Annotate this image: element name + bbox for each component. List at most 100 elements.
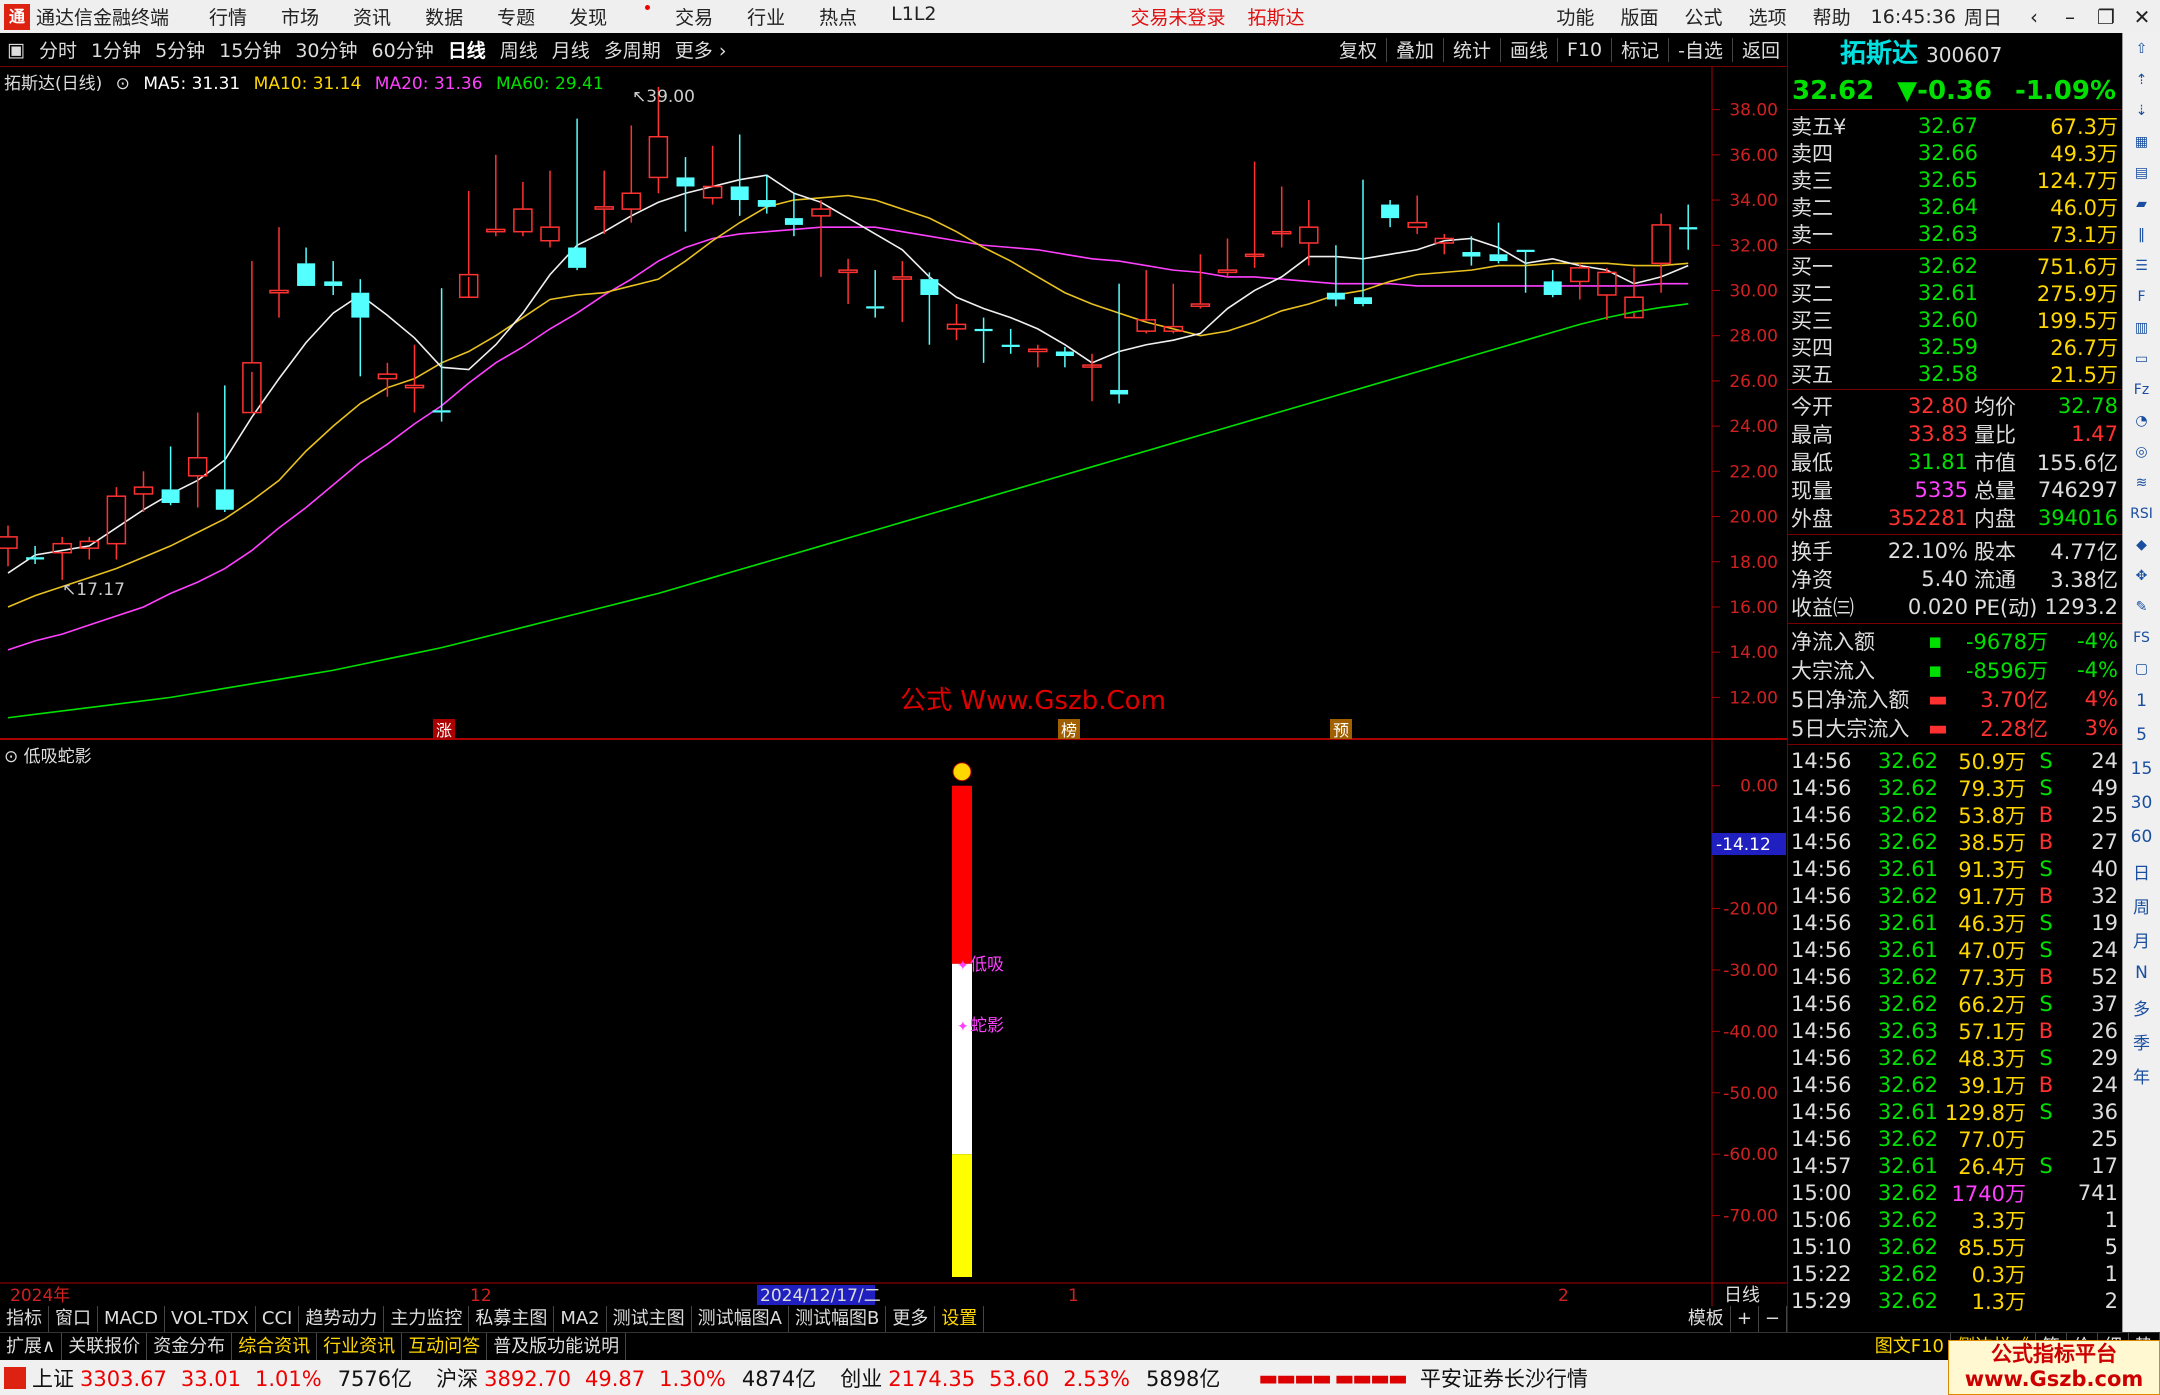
sidebar-multi[interactable]: 多 [2123,990,2160,1024]
sidebar-5min[interactable]: 5 [2123,718,2160,752]
line-chart-icon[interactable]: ▰ [2123,188,2160,219]
action-overlay[interactable]: 叠加 [1389,36,1441,63]
index-item[interactable]: 沪深 3892.70 49.87 1.30% 4874亿 [436,1363,826,1393]
action-remove-favorite[interactable]: -自选 [1671,36,1730,63]
flag-icon[interactable]: ◆ [2123,529,2160,560]
sidebar-quarter[interactable]: 季 [2123,1024,2160,1058]
indicator-tab[interactable]: 私募主图 [469,1306,555,1332]
period-weekly[interactable]: 周线 [493,36,545,63]
asks-row[interactable]: 卖四 32.66 49.3万 [1788,139,2122,166]
menu-formula[interactable]: 公式 [1685,7,1723,29]
indicator-tab[interactable]: VOL-TDX [165,1306,256,1332]
indicator-tab[interactable]: MA2 [554,1306,607,1332]
indicator-tab[interactable]: CCI [256,1306,300,1332]
minimize-icon[interactable]: – [2052,5,2088,29]
kline-chart[interactable]: 38.00 36.00 34.00 32.00 30.00 28.00 26.00 24.00… [0,67,1787,1306]
menu-function[interactable]: 功能 [1556,7,1594,29]
menu-market[interactable]: 市场 [281,3,319,30]
period-multi[interactable]: 多周期 [597,36,668,63]
indicator-tab[interactable]: 指标 [0,1306,49,1332]
period-15min[interactable]: 15分钟 [212,36,288,63]
asks-row[interactable]: 卖一 32.63 73.1万 [1788,220,2122,247]
bids-row[interactable]: 买四 32.59 26.7万 [1788,333,2122,360]
indicator-tab[interactable]: 测试幅图A [692,1306,789,1332]
info-tab[interactable]: 关联报价 [62,1333,148,1360]
indicator-tab[interactable]: 测试主图 [607,1306,692,1332]
settings-icon[interactable]: ⊙ [116,74,130,94]
pen-icon[interactable]: ✎ [2123,591,2160,622]
arrow-up-icon[interactable]: ⇡ [2123,64,2160,95]
menu-l1l2[interactable]: L1L2 [891,3,936,30]
fz-icon[interactable]: Fz [2123,374,2160,405]
menu-options[interactable]: 选项 [1749,7,1787,29]
menu-topics[interactable]: 专题 [497,3,535,30]
close-icon[interactable]: ✕ [2124,5,2160,29]
screen-icon[interactable]: ▢ [2123,653,2160,684]
menu-quotes[interactable]: 行情 [209,3,247,30]
menu-data[interactable]: 数据 [425,3,463,30]
sidebar-60min[interactable]: 60 [2123,820,2160,854]
info-tab[interactable]: 普及版功能说明 [487,1333,627,1360]
candle-icon[interactable]: ‖ [2123,219,2160,250]
menu-help[interactable]: 帮助 [1813,7,1851,29]
table-icon[interactable]: ▦ [2123,126,2160,157]
tick-list[interactable]: 14:56 32.62 50.9万 S 24 14:56 32.62 79.3万 S 49 14:5… [1788,747,2122,1314]
doc-icon[interactable]: ▭ [2123,343,2160,374]
menu-news[interactable]: 资讯 [353,3,391,30]
indicator-tab[interactable]: 测试幅图B [789,1306,887,1332]
indicator-tab[interactable]: 趋势动力 [299,1306,385,1332]
asks-row[interactable]: 卖二 32.64 46.0万 [1788,193,2122,220]
template-tab[interactable]: − [1759,1306,1787,1332]
back-icon[interactable]: ‹ [2016,5,2052,29]
wave-icon[interactable]: ≋ [2123,467,2160,498]
info-tab[interactable]: 互动问答 [402,1333,488,1360]
asks-row[interactable]: 卖三 32.65 124.7万 [1788,166,2122,193]
fs-icon[interactable]: FS [2123,622,2160,653]
period-60min[interactable]: 60分钟 [365,36,441,63]
period-5min[interactable]: 5分钟 [148,36,212,63]
action-mark[interactable]: 标记 [1614,36,1666,63]
login-status[interactable]: 交易未登录 [1131,3,1226,30]
period-1min[interactable]: 1分钟 [84,36,148,63]
action-draw[interactable]: 画线 [1503,36,1555,63]
sidebar-daily[interactable]: 日 [2123,854,2160,888]
grid-icon[interactable]: ▤ [2123,157,2160,188]
up-arrow-icon[interactable]: ⇧ [2123,33,2160,64]
period-daily[interactable]: 日线 [441,36,493,63]
indicator-tab[interactable]: 设置 [935,1306,985,1332]
side-tab[interactable]: 图文F10 [1869,1333,1951,1360]
indicator-tab[interactable]: 窗口 [49,1306,98,1332]
action-adjust[interactable]: 复权 [1332,36,1384,63]
template-tab[interactable]: + [1731,1306,1759,1332]
bids-row[interactable]: 买三 32.60 199.5万 [1788,306,2122,333]
menu-layout[interactable]: 版面 [1620,7,1658,29]
period-timeshare[interactable]: 分时 [32,36,84,63]
indicator-title[interactable]: ⊙ 低吸蛇影 [4,742,92,767]
bids-row[interactable]: 买五 32.58 21.5万 [1788,360,2122,387]
action-stats[interactable]: 统计 [1446,36,1498,63]
rsi-icon[interactable]: RSI [2123,498,2160,529]
move-icon[interactable]: ✥ [2123,560,2160,591]
sidebar-1min[interactable]: 1 [2123,684,2160,718]
info-tab[interactable]: 扩展∧ [0,1333,63,1360]
circle-icon[interactable]: ◎ [2123,436,2160,467]
indicator-tab[interactable]: 主力监控 [384,1306,470,1332]
sidebar-n[interactable]: N [2123,956,2160,990]
period-more[interactable]: 更多 › [668,36,734,63]
arrow-down-icon[interactable]: ⇣ [2123,95,2160,126]
period-30min[interactable]: 30分钟 [288,36,364,63]
menu-discover[interactable]: 发现 [569,3,651,30]
action-back[interactable]: 返回 [1735,36,1787,63]
action-f10[interactable]: F10 [1560,39,1609,61]
restore-icon[interactable]: ❐ [2088,5,2124,29]
layout-toggle-icon[interactable]: ▣ [0,39,32,61]
indicator-tab[interactable]: MACD [98,1306,165,1332]
sidebar-monthly[interactable]: 月 [2123,922,2160,956]
period-monthly[interactable]: 月线 [545,36,597,63]
sidebar-15min[interactable]: 15 [2123,752,2160,786]
menu-trade[interactable]: 交易 [675,3,713,30]
sidebar-weekly[interactable]: 周 [2123,888,2160,922]
sidebar-year[interactable]: 年 [2123,1058,2160,1092]
info-tab[interactable]: 综合资讯 [232,1333,318,1360]
indicator-tab[interactable]: 更多 [886,1306,936,1332]
